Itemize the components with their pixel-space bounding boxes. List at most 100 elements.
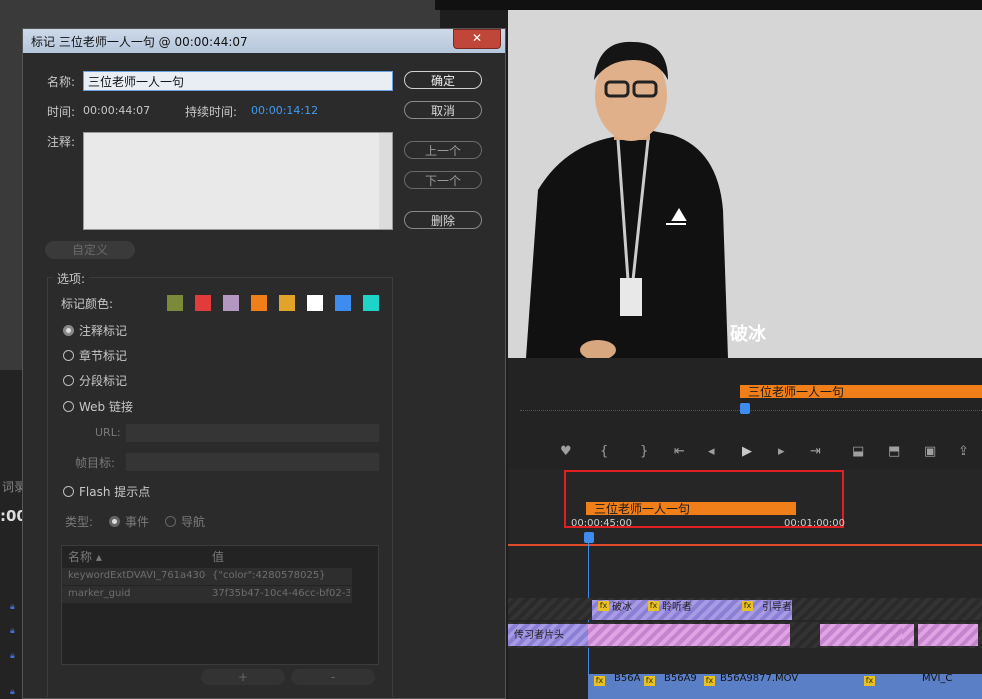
clip-label: B56A [614,673,641,684]
color-swatch-red[interactable] [195,295,211,311]
type-event-label: 事件 [125,515,150,529]
row-name: marker_guid [68,588,131,599]
dialog-title: 标记 三位老师一人一句 @ 00:00:44:07 [31,35,248,49]
lift-icon[interactable]: ⬓ [852,444,864,459]
delete-button[interactable]: 删除 [404,211,482,229]
clip-label: 传习者片头 [514,630,564,641]
next-button[interactable]: 下一个 [404,171,482,189]
options-label: 选项: [53,270,90,287]
fx-badge: fx [648,601,659,611]
lock-icon[interactable]: 🔒︎ [10,602,15,612]
clip-v2-pink[interactable] [588,624,790,646]
comment-label: 注释: [47,135,76,149]
color-swatch-blue[interactable] [335,295,351,311]
lock-icon[interactable]: 🔒︎ [10,626,15,636]
cue-point-table: 名称 ▴ 值 keywordExtDVAVI_761a430d {"color"… [61,545,379,665]
extract-icon[interactable]: ⬒ [888,444,900,459]
radio-label: 章节标记 [79,349,128,363]
prev-button[interactable]: 上一个 [404,141,482,159]
col-value-header[interactable]: 值 [212,548,224,565]
fx-badge: fx [644,676,655,686]
add-marker-icon[interactable]: ♥ [560,444,572,459]
clip-label: 聆听者 [662,602,692,613]
radio-flash-cue[interactable] [63,486,74,497]
share-icon[interactable]: ⇪ [958,444,969,459]
program-monitor-video: adidas 破冰 [508,10,982,358]
clip-label: B56A9877.MOV [720,673,799,684]
radio-segment-marker[interactable] [63,375,74,386]
timeline-playhead[interactable] [584,532,594,543]
presenter-image: adidas [508,10,982,358]
time-label: 时间: [47,105,76,119]
type-nav-label: 导航 [181,515,206,529]
ok-button[interactable]: 确定 [404,71,482,89]
color-swatch-orange[interactable] [251,295,267,311]
step-back-icon[interactable]: ◂ [708,444,715,459]
work-area-bar[interactable] [508,544,982,546]
program-marker-label: 三位老师一人一句 [748,385,845,399]
duration-label: 持续时间: [185,105,238,119]
fx-badge: fx [704,676,715,686]
fx-badge: fx [594,676,605,686]
comment-scrollbar[interactable] [379,133,392,229]
cancel-button[interactable]: 取消 [404,101,482,119]
clip-v2-pink[interactable] [918,624,978,646]
play-icon[interactable]: ▶ [742,444,752,459]
add-cue-button[interactable]: + [201,669,285,685]
timeline-marker-label: 三位老师一人一句 [594,502,691,516]
frame-target-label: 帧目标: [75,456,116,470]
time-start: 00:00:45:00 [571,518,633,529]
row-value: 37f35b47-10c4-46cc-bf02-38 [212,588,350,599]
row-value: {"color":4280578025} [212,570,326,581]
duration-value[interactable]: 00:00:14:12 [251,104,318,117]
clip-v2-title[interactable]: 传习者片头 [508,624,588,646]
dialog-title-bar[interactable]: 标记 三位老师一人一句 @ 00:00:44:07 ✕ [23,29,505,53]
radio-comment-marker[interactable] [63,325,74,336]
radio-type-nav[interactable] [165,516,176,527]
type-label: 类型: [65,515,94,529]
go-to-in-icon[interactable]: ⇤ [674,444,685,459]
fx-badge: fx [742,601,753,611]
custom-button[interactable]: 自定义 [45,241,135,259]
lock-icon[interactable]: 🔒︎ [10,687,15,697]
clip-v2-pink[interactable] [902,624,914,646]
clip-label: MVI_C [922,673,953,684]
col-name-header[interactable]: 名称 ▴ [68,548,102,565]
clip-label: 破冰 [612,602,632,613]
frame-target-input[interactable] [126,453,379,471]
table-row[interactable]: keywordExtDVAVI_761a430d {"color":428057… [62,568,352,585]
top-bar [435,0,982,10]
flash-label: Flash 提示点 [79,485,151,499]
clip-v2-pink[interactable] [820,624,906,646]
color-swatch-mauve[interactable] [223,295,239,311]
close-icon[interactable]: ✕ [453,29,501,49]
playhead-marker[interactable] [740,403,750,414]
lock-icon[interactable]: 🔒︎ [10,651,15,661]
name-input[interactable] [83,71,393,91]
video-caption: 破冰 [730,324,766,345]
go-to-out-icon[interactable]: ⇥ [810,444,821,459]
step-forward-icon[interactable]: ▸ [778,444,785,459]
color-swatch-white[interactable] [307,295,323,311]
radio-type-event[interactable] [109,516,120,527]
timeline-marker-bar[interactable]: 三位老师一人一句 [586,502,796,516]
marker-dialog: 标记 三位老师一人一句 @ 00:00:44:07 ✕ 名称: 时间: 00:0… [22,28,506,699]
color-swatch-teal[interactable] [363,295,379,311]
mark-out-icon[interactable]: } [640,444,648,459]
color-swatch-olive[interactable] [167,295,183,311]
comment-textarea[interactable] [83,132,393,230]
name-label: 名称: [47,75,76,89]
time-end: 00:01:00:00 [784,518,846,529]
time-value: 00:00:44:07 [83,104,151,117]
fx-badge: fx [864,676,875,686]
radio-web-link[interactable] [63,401,74,412]
remove-cue-button[interactable]: - [291,669,375,685]
color-swatch-gold[interactable] [279,295,295,311]
radio-chapter-marker[interactable] [63,350,74,361]
mark-in-icon[interactable]: { [600,444,608,459]
program-marker-bar[interactable]: 三位老师一人一句 [740,385,982,399]
row-name: keywordExtDVAVI_761a430d [68,570,206,581]
url-input[interactable] [126,424,379,442]
table-row[interactable]: marker_guid 37f35b47-10c4-46cc-bf02-38 [62,586,352,603]
export-frame-icon[interactable]: ▣ [924,444,936,459]
